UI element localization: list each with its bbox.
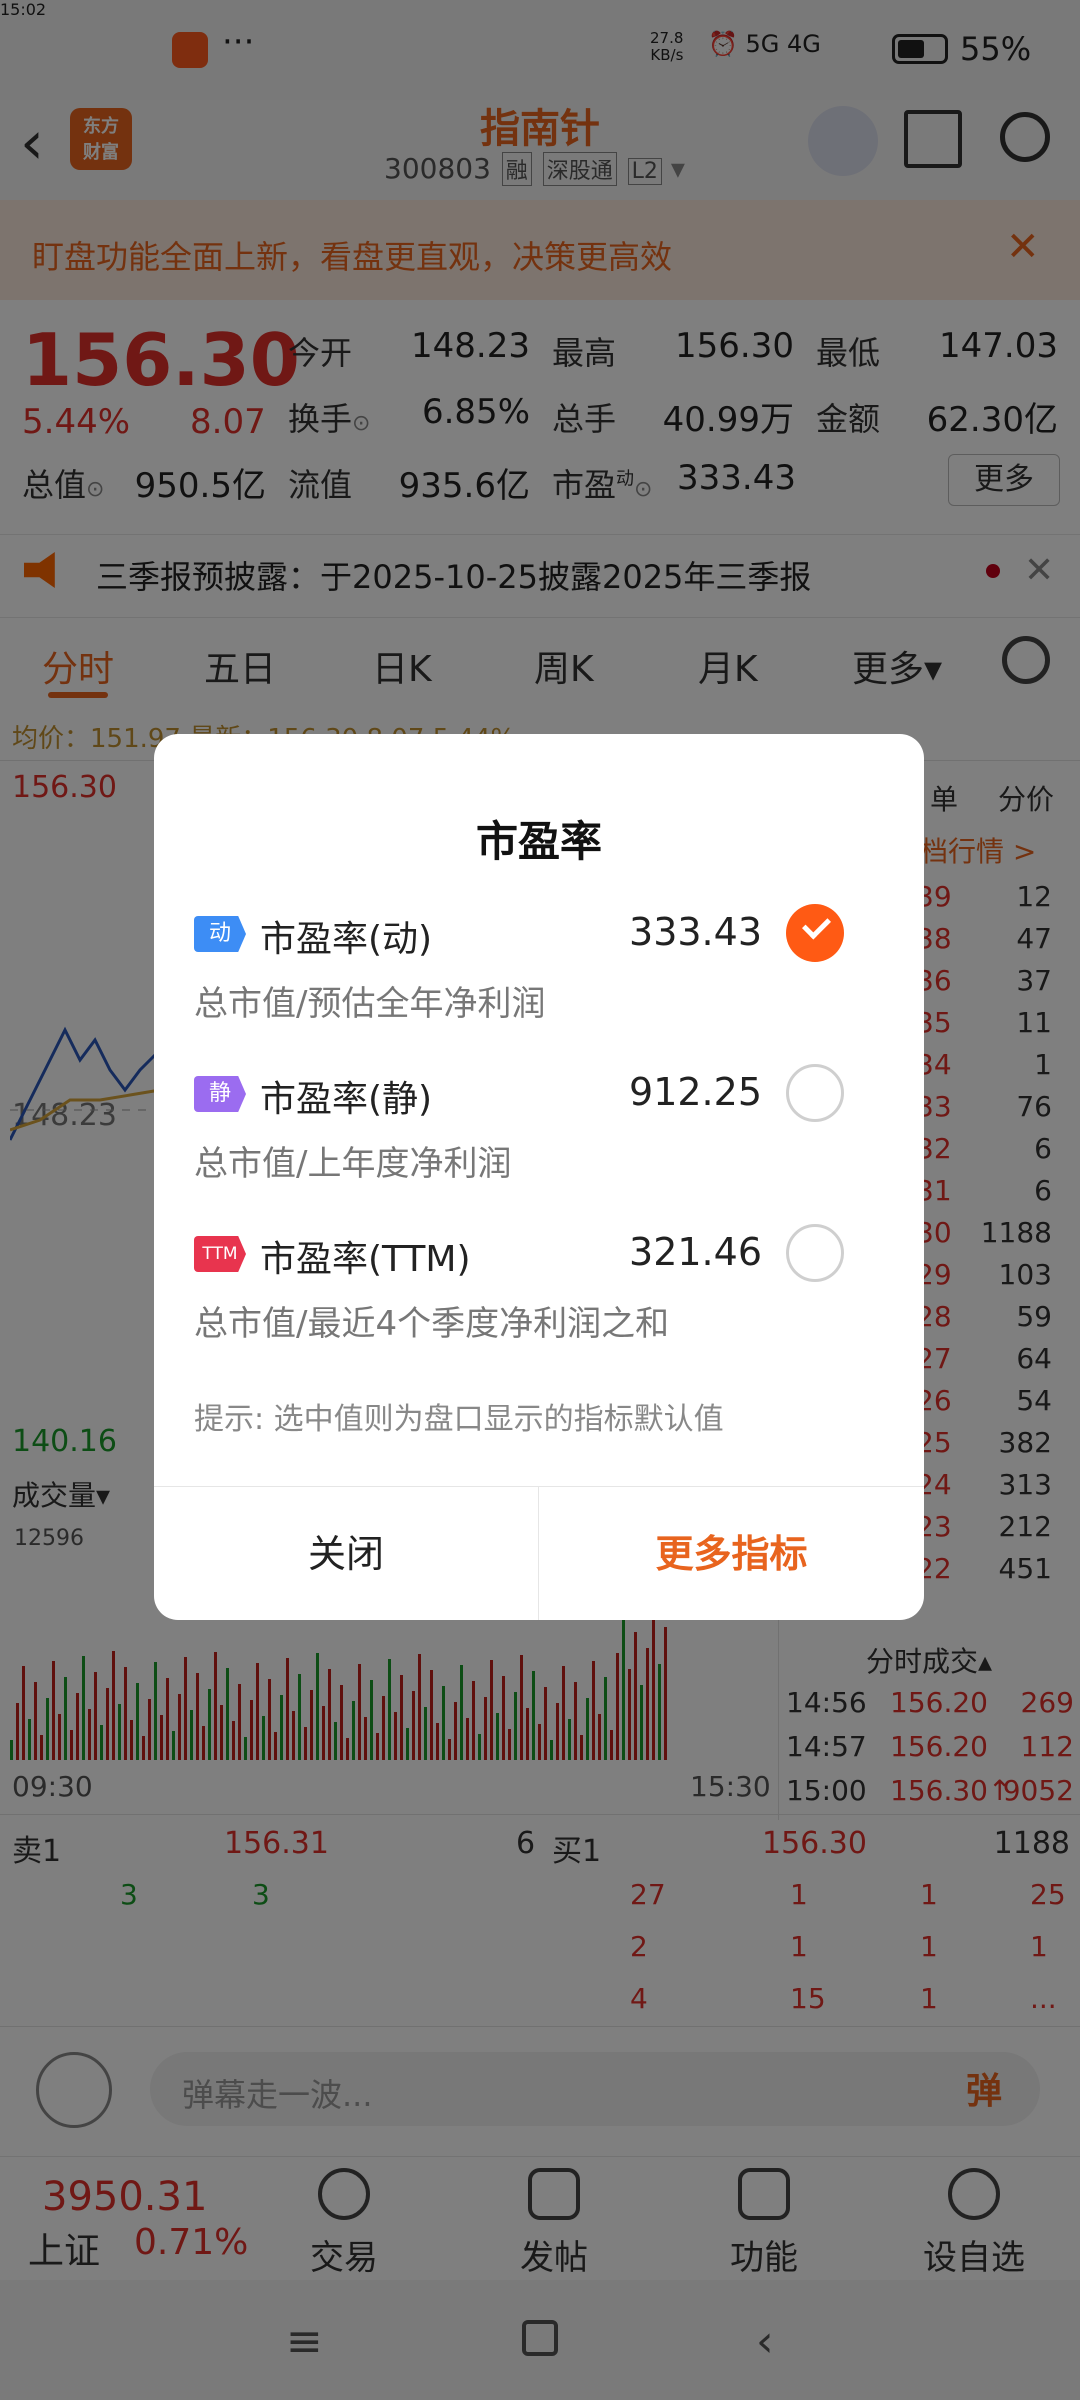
radio-icon[interactable] xyxy=(786,1224,844,1282)
option-desc: 总市值/最近4个季度净利润之和 xyxy=(194,1304,670,1344)
badge-static: 静 xyxy=(194,1076,246,1112)
option-name: 市盈率(动) xyxy=(260,919,433,960)
option-desc: 总市值/上年度净利润 xyxy=(194,1144,512,1184)
dialog-title: 市盈率 xyxy=(475,817,602,866)
check-icon[interactable] xyxy=(786,904,844,962)
badge-dynamic: 动 xyxy=(194,916,246,952)
more-indicators-button[interactable]: 更多指标 xyxy=(539,1487,924,1620)
dialog-footer: 关闭 更多指标 xyxy=(154,1486,924,1620)
option-name: 市盈率(静) xyxy=(260,1079,433,1120)
option-value: 321.46 xyxy=(629,1230,762,1274)
radio-icon[interactable] xyxy=(786,1064,844,1122)
close-button[interactable]: 关闭 xyxy=(154,1487,539,1620)
option-desc: 总市值/预估全年净利润 xyxy=(194,984,546,1024)
option-value: 333.43 xyxy=(629,910,762,954)
option-value: 912.25 xyxy=(629,1070,762,1114)
pe-dialog: 市盈率 动 市盈率(动) 333.43 总市值/预估全年净利润 静 市盈率(静)… xyxy=(154,734,924,1620)
dialog-tip: 提示: 选中值则为盘口显示的指标默认值 xyxy=(194,1402,724,1437)
badge-ttm: TTM xyxy=(194,1236,246,1272)
option-name: 市盈率(TTM) xyxy=(260,1239,471,1280)
